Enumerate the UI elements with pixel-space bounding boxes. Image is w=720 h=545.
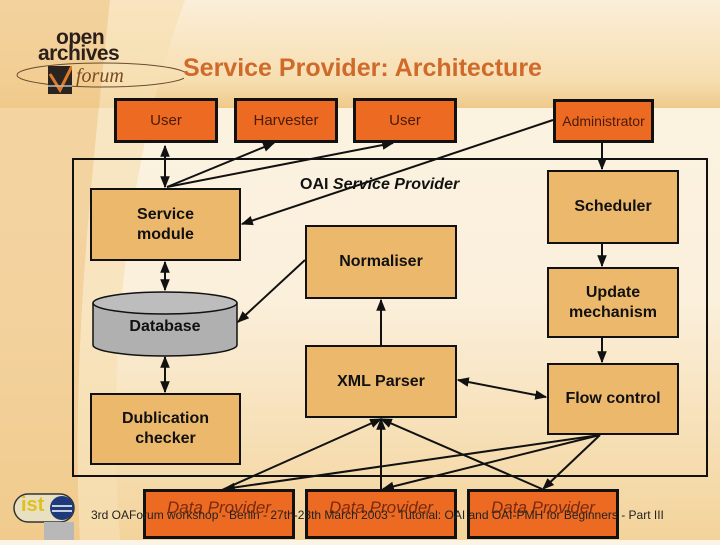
ist-logo-text: ist bbox=[21, 494, 45, 516]
arrow-admin-service bbox=[240, 119, 554, 226]
line-dp1-xml bbox=[221, 418, 383, 491]
arrow-service-harvester bbox=[166, 142, 276, 188]
arrow-xml-flow bbox=[456, 377, 548, 400]
arrow-normaliser-database bbox=[237, 259, 306, 323]
arrow-service-user2 bbox=[166, 140, 395, 188]
ist-logo: ist bbox=[12, 490, 76, 540]
connector-lines bbox=[160, 119, 607, 493]
footer-text: 3rd OAForum workshop - Berlin - 27th-28t… bbox=[91, 508, 664, 522]
